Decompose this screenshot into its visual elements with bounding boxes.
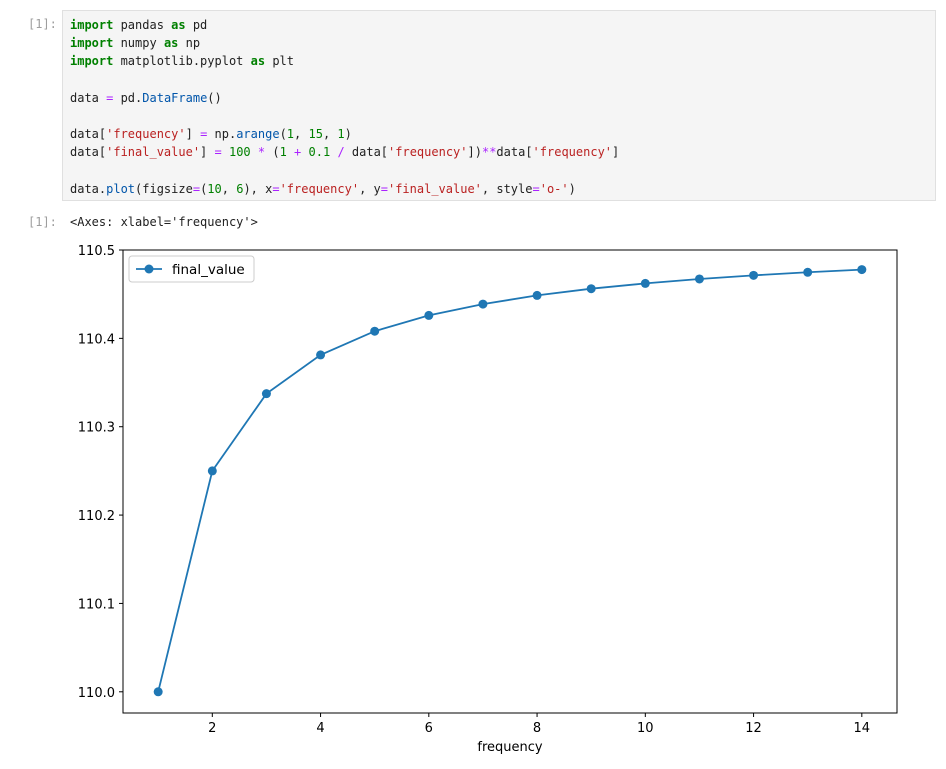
data-point [857,265,867,275]
y-tick-label: 110.3 [78,421,115,436]
x-axis-label: frequency [477,740,543,755]
y-tick-label: 110.0 [78,686,115,701]
data-point [478,299,488,309]
x-tick-label: 2 [208,721,216,736]
legend-marker-swatch [144,264,154,274]
plot-frame [122,249,898,714]
y-tick-label: 110.4 [78,332,115,347]
x-tick-label: 6 [425,721,433,736]
data-point [261,389,271,399]
data-point [316,350,326,360]
x-tick-label: 14 [854,721,871,736]
data-point [640,278,650,288]
x-tick-label: 8 [533,721,541,736]
y-tick-label: 110.1 [78,597,115,612]
y-tick-label: 110.5 [78,244,115,259]
data-point [694,274,704,284]
data-point [532,290,542,300]
x-tick-label: 10 [637,721,654,736]
x-tick-label: 4 [316,721,324,736]
legend-label: final_value [172,262,245,278]
series-line [157,268,862,693]
data-point [803,267,813,277]
line-chart: 2 4 6 8 10 12 14 110.0 110.1 110.2 110.3 110.4 110.5… [78,244,898,755]
y-tick-label: 110.2 [78,509,115,524]
data-point [207,466,217,476]
data-point [749,270,759,280]
x-tick-label: 12 [745,721,762,736]
data-point [153,687,163,697]
data-point [586,284,596,294]
data-point [424,310,434,320]
data-point [370,326,380,336]
